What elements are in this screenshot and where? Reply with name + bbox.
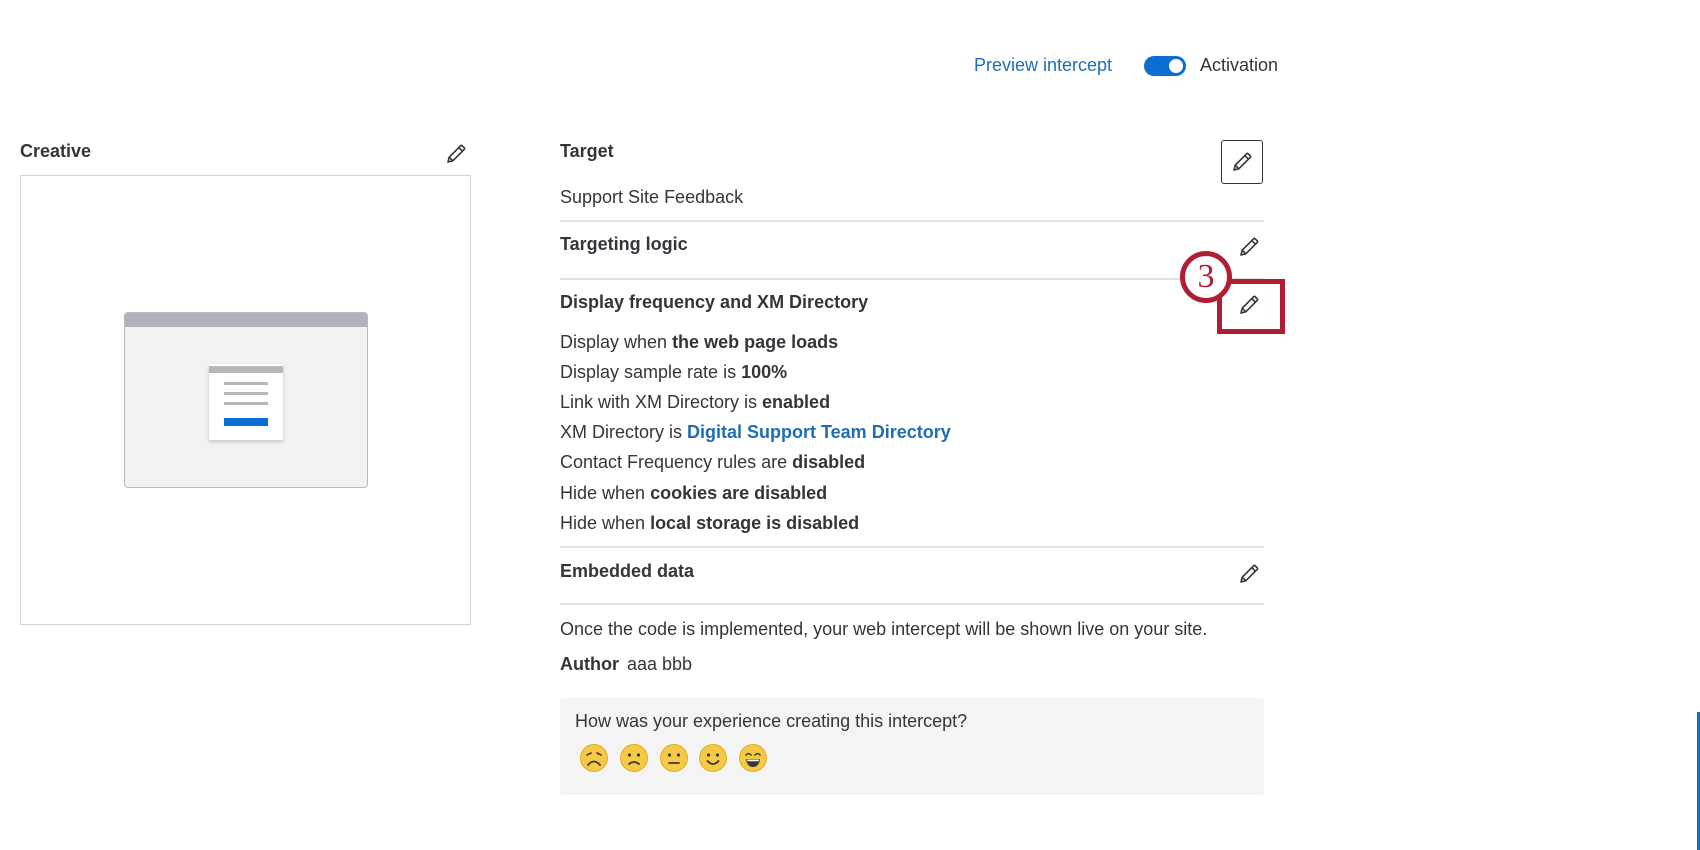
author-label: Author (560, 654, 619, 674)
thumbnail-page (209, 364, 283, 440)
pencil-icon (447, 144, 466, 163)
section-divider (560, 220, 1264, 222)
pencil-icon (1240, 564, 1259, 583)
thumbnail-button (224, 418, 268, 426)
very-dissatisfied-face-icon[interactable] (579, 743, 609, 773)
display-row: Contact Frequency rules are disabled (560, 452, 866, 472)
dissatisfied-face-icon[interactable] (619, 743, 649, 773)
xm-directory-link[interactable]: Digital Support Team Directory (687, 422, 951, 442)
author-value: aaa bbb (626, 654, 693, 674)
pencil-icon (1240, 237, 1259, 256)
thumbnail-line (224, 382, 268, 385)
section-divider (560, 546, 1264, 548)
thumbnail-line (224, 402, 268, 405)
display-frequency-heading: Display frequency and XM Directory (560, 292, 869, 312)
display-row: Hide when cookies are disabled (560, 483, 828, 503)
edit-targeting-logic-button[interactable] (1234, 232, 1264, 262)
implementation-note: Once the code is implemented, your web i… (560, 619, 1208, 639)
section-divider (560, 278, 1264, 280)
activation-label: Activation (1200, 55, 1279, 75)
target-link[interactable]: Support Site Feedback (560, 187, 743, 208)
thumbnail-header-bar (209, 366, 283, 373)
targeting-logic-heading: Targeting logic (560, 234, 688, 254)
preview-intercept-link[interactable]: Preview intercept (974, 55, 1112, 76)
display-row: Hide when local storage is disabled (560, 513, 860, 533)
step-number-badge: 3 (1180, 251, 1232, 303)
display-row: Link with XM Directory is enabled (560, 392, 831, 412)
target-heading: Target (560, 141, 614, 161)
display-row: XM Directory is Digital Support Team Dir… (560, 422, 951, 442)
creative-heading: Creative (20, 141, 92, 161)
display-row: Display when the web page loads (560, 332, 839, 352)
display-row: Display sample rate is 100% (560, 362, 788, 382)
toggle-knob (1169, 59, 1183, 73)
pencil-icon (1233, 152, 1252, 171)
thumbnail-titlebar (125, 313, 367, 327)
very-satisfied-face-icon[interactable] (738, 743, 768, 773)
section-divider (560, 603, 1264, 605)
edit-embedded-data-button[interactable] (1234, 559, 1264, 589)
edit-creative-button[interactable] (441, 139, 471, 169)
neutral-face-icon[interactable] (659, 743, 689, 773)
activation-toggle[interactable] (1144, 56, 1186, 76)
feedback-question: How was your experience creating this in… (575, 711, 968, 731)
embedded-data-heading: Embedded data (560, 561, 695, 581)
author-row: Author aaa bbb (560, 654, 692, 675)
satisfied-face-icon[interactable] (698, 743, 728, 773)
edit-target-button[interactable] (1221, 140, 1263, 184)
thumbnail-line (224, 392, 268, 395)
